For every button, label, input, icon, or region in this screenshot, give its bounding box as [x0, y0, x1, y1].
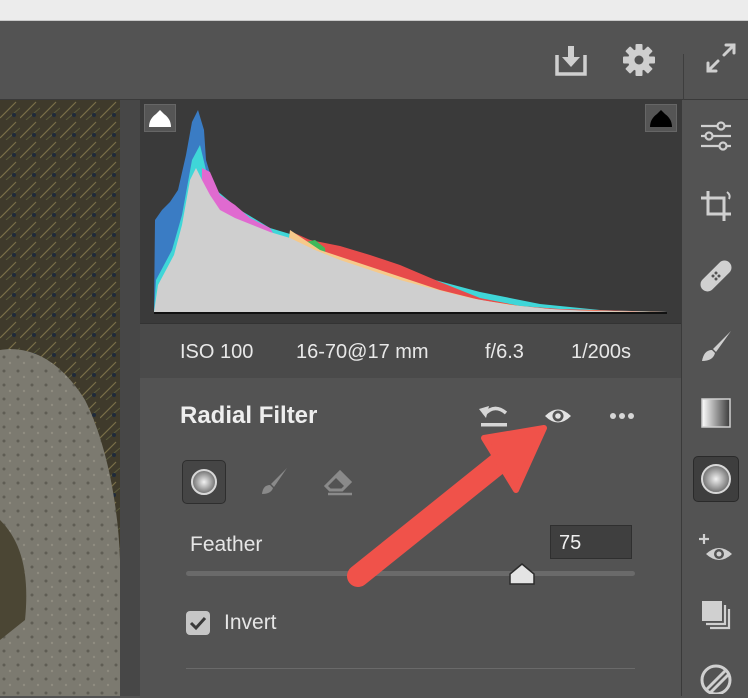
panel-gutter — [120, 100, 140, 696]
radial-filter-icon[interactable] — [693, 456, 739, 502]
tool-rail — [681, 100, 748, 696]
crop-icon[interactable] — [695, 185, 737, 227]
red-eye-icon[interactable] — [695, 528, 737, 570]
radial-tool-button[interactable] — [182, 460, 226, 504]
eraser-icon — [323, 469, 353, 496]
feather-value-input[interactable]: 75 — [550, 525, 632, 559]
eraser-tool-button[interactable] — [318, 460, 360, 502]
brush-icon[interactable] — [695, 325, 737, 367]
top-toolbar — [0, 21, 748, 108]
invert-checkbox[interactable] — [186, 611, 210, 635]
graduated-filter-icon[interactable] — [695, 392, 737, 434]
window-top-strip — [0, 0, 748, 21]
histogram — [140, 100, 681, 323]
brush-tool-button[interactable] — [253, 460, 295, 502]
radial-filter-icon — [191, 469, 217, 495]
gear-icon[interactable] — [621, 42, 657, 78]
invert-label: Invert — [224, 611, 277, 634]
save-download-icon[interactable] — [553, 42, 589, 78]
panel-divider — [186, 668, 635, 669]
photo-preview[interactable] — [0, 100, 120, 696]
checkmark-icon — [189, 616, 207, 631]
histogram-luminance — [154, 168, 667, 312]
feather-slider-thumb[interactable] — [508, 562, 536, 586]
fullscreen-icon[interactable] — [703, 40, 739, 76]
reset-icon[interactable] — [476, 398, 512, 434]
lens-value: 16-70@17 mm — [296, 341, 429, 363]
radial-filter-panel: Radial Filter Feather 75 Invert — [140, 378, 681, 696]
histogram-plot — [154, 110, 667, 314]
feather-label: Feather — [190, 533, 263, 556]
camera-info-bar: ISO 100 16-70@17 mm f/6.3 1/200s — [140, 323, 681, 379]
feather-slider-track[interactable] — [186, 571, 635, 576]
presets-icon[interactable] — [695, 594, 737, 636]
eye-icon[interactable] — [540, 398, 576, 434]
healing-bandage-icon[interactable] — [695, 255, 737, 297]
panel-title: Radial Filter — [180, 402, 318, 429]
more-options-icon[interactable] — [604, 398, 640, 434]
aperture-value: f/6.3 — [485, 341, 524, 363]
edit-sliders-icon[interactable] — [695, 115, 737, 157]
brush-icon — [262, 468, 287, 494]
iso-value: ISO 100 — [180, 341, 254, 363]
snapshots-icon[interactable] — [695, 656, 737, 698]
shutter-value: 1/200s — [571, 341, 632, 363]
